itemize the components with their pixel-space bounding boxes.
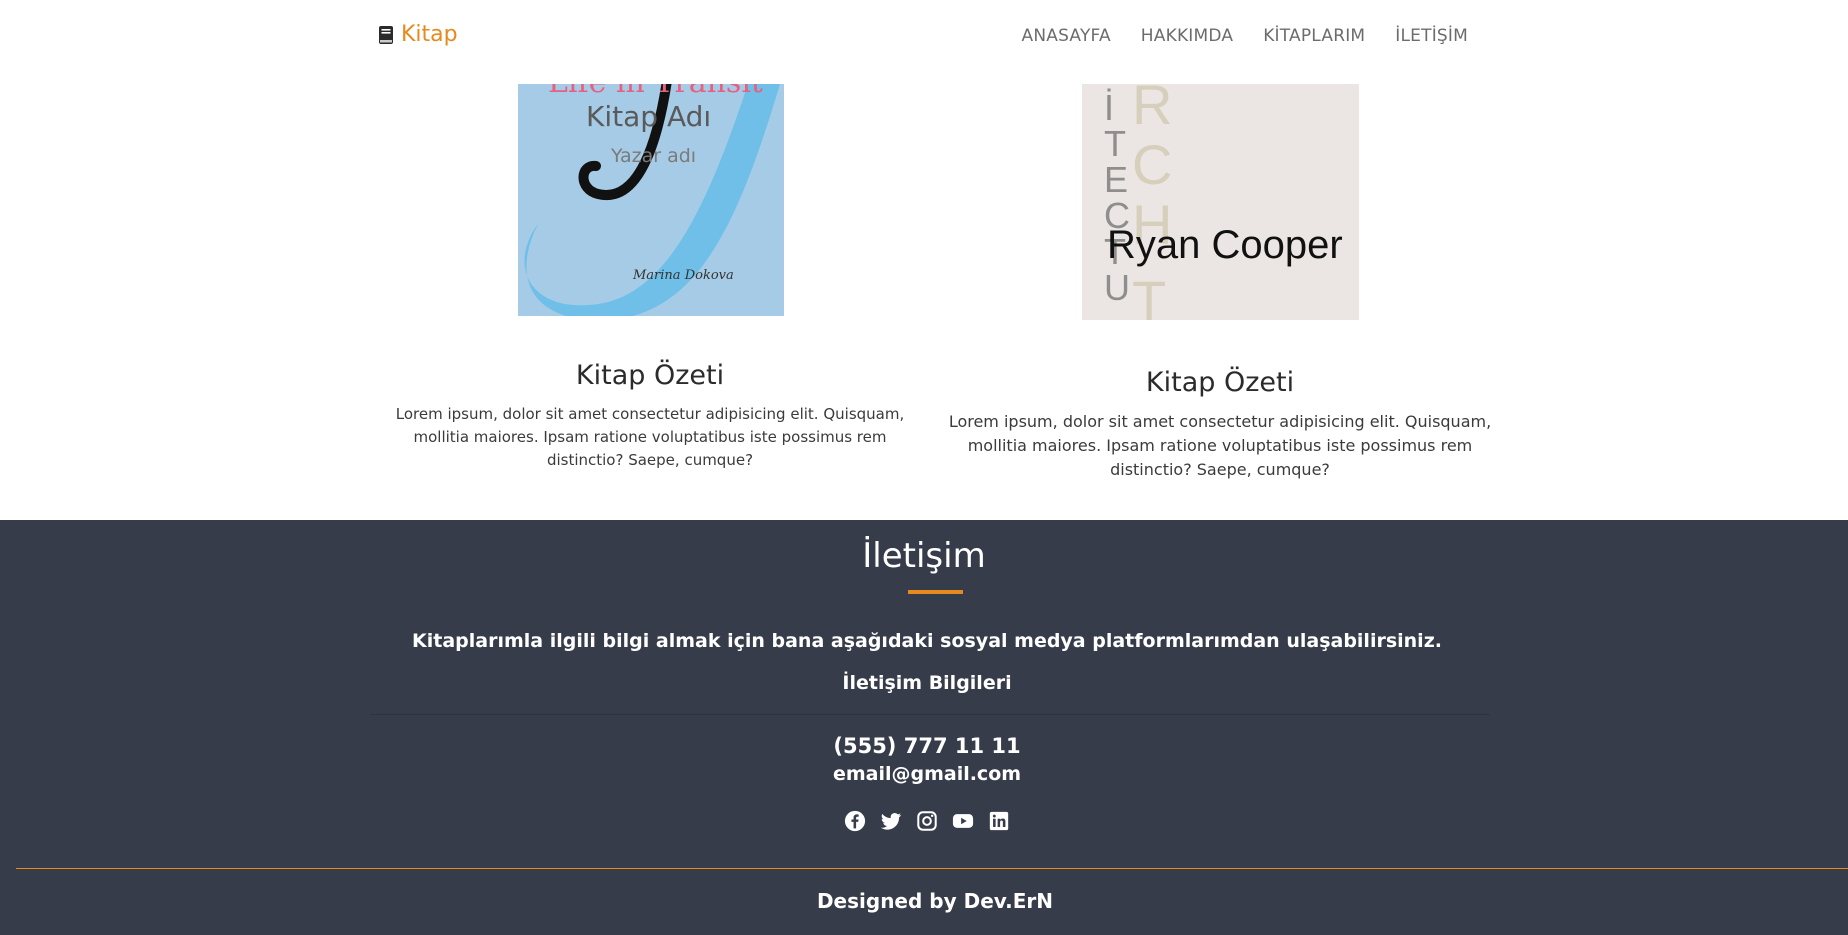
book-1-summary-text: Lorem ipsum, dolor sit amet consectetur …	[395, 405, 905, 469]
cover-2-letter-t2: T	[1104, 123, 1126, 164]
cover-2-letters-right: R	[1132, 84, 1172, 136]
book-1-title-overlay: Kitap Adı	[586, 100, 712, 133]
book-1-summary: Kitap Özeti Lorem ipsum, dolor sit amet …	[380, 360, 920, 472]
social-links	[0, 810, 1848, 832]
nav-link-hakkimda[interactable]: HAKKIMDA	[1141, 26, 1233, 46]
book-1-summary-heading: Kitap Özeti	[575, 360, 725, 391]
linkedin-icon[interactable]	[988, 810, 1010, 832]
phone-number[interactable]: (555) 777 11 11	[0, 734, 1848, 758]
brand-label: Kitap	[401, 22, 458, 47]
cover-1-title-text: Life in Transit	[548, 84, 763, 100]
cover-2-letter-c: C	[1132, 133, 1172, 196]
contact-footer: İletişim Kitaplarımla ilgili bilgi almak…	[0, 520, 1848, 935]
nav-link-kitaplarim[interactable]: KİTAPLARIM	[1263, 26, 1365, 46]
book-icon	[379, 25, 393, 44]
contact-info-heading: İletişim Bilgileri	[842, 672, 1012, 694]
main-nav: ANASAYFA HAKKIMDA KİTAPLARIM İLETİŞİM	[1022, 26, 1468, 46]
cover-2-letter-u: U	[1104, 267, 1130, 308]
book-2-summary: Kitap Özeti Lorem ipsum, dolor sit amet …	[935, 367, 1505, 482]
brand-link[interactable]: Kitap	[379, 22, 458, 47]
book-1-author-overlay: Yazar adı	[611, 145, 697, 167]
navbar: Kitap ANASAYFA HAKKIMDA KİTAPLARIM İLETİ…	[0, 0, 1848, 84]
cover-2-letter-e: E	[1104, 159, 1128, 200]
facebook-icon[interactable]	[844, 810, 866, 832]
email-address[interactable]: email@gmail.com	[0, 763, 1848, 785]
cover-2-letter-t: T	[1132, 269, 1166, 320]
cover-1-author-text: Marina Dokova	[632, 268, 734, 283]
cover-2-author-text: Ryan Cooper	[1107, 223, 1343, 267]
contact-description: Kitaplarımla ilgili bilgi almak için ban…	[412, 630, 1442, 652]
book-cover-2[interactable]: R C H T İ T E C T U Ryan Cooper	[1082, 84, 1359, 320]
book-2-summary-heading: Kitap Özeti	[1145, 367, 1295, 398]
instagram-icon[interactable]	[916, 810, 938, 832]
twitter-icon[interactable]	[880, 810, 902, 832]
nav-link-iletisim[interactable]: İLETİŞİM	[1395, 26, 1468, 46]
youtube-icon[interactable]	[952, 810, 974, 832]
footer-divider	[16, 868, 1848, 869]
cover-2-art: R C H T İ T E C T U Ryan Cooper	[1104, 84, 1343, 320]
nav-link-anasayfa[interactable]: ANASAYFA	[1022, 26, 1111, 46]
title-underline	[908, 590, 963, 594]
divider	[370, 714, 1490, 715]
contact-title: İletişim	[862, 536, 986, 576]
cover-2-letter-i: İ	[1104, 87, 1114, 128]
book-2-summary-text: Lorem ipsum, dolor sit amet consectetur …	[948, 412, 1492, 479]
designer-credit: Designed by Dev.ErN	[816, 889, 1054, 913]
